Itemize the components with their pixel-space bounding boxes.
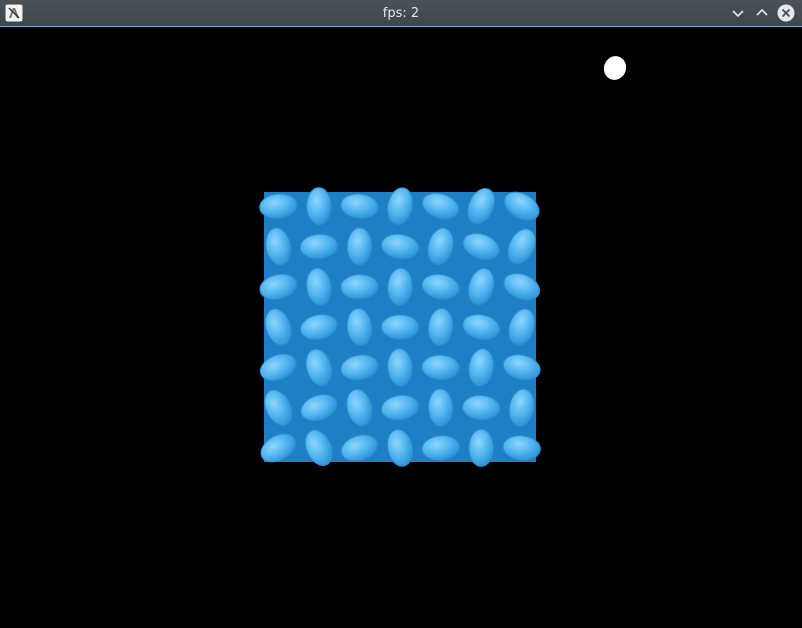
- minimize-button[interactable]: [728, 3, 748, 23]
- close-button[interactable]: [776, 3, 796, 23]
- window-title: fps: 2: [382, 6, 420, 21]
- light-marker[interactable]: [603, 56, 627, 80]
- mesh-lobe: [380, 314, 420, 340]
- woven-mesh-object: [259, 187, 541, 467]
- mesh-lobe: [468, 428, 494, 467]
- rendered-mesh: [0, 28, 802, 628]
- close-icon: [777, 4, 795, 22]
- title-bar[interactable]: fps: 2: [0, 0, 802, 27]
- chevron-up-icon: [756, 8, 768, 16]
- app-window: fps: 2: [0, 0, 802, 628]
- chevron-down-icon: [732, 10, 744, 18]
- maximize-button[interactable]: [752, 3, 772, 23]
- render-viewport[interactable]: [0, 28, 802, 628]
- mesh-lobe: [306, 187, 332, 226]
